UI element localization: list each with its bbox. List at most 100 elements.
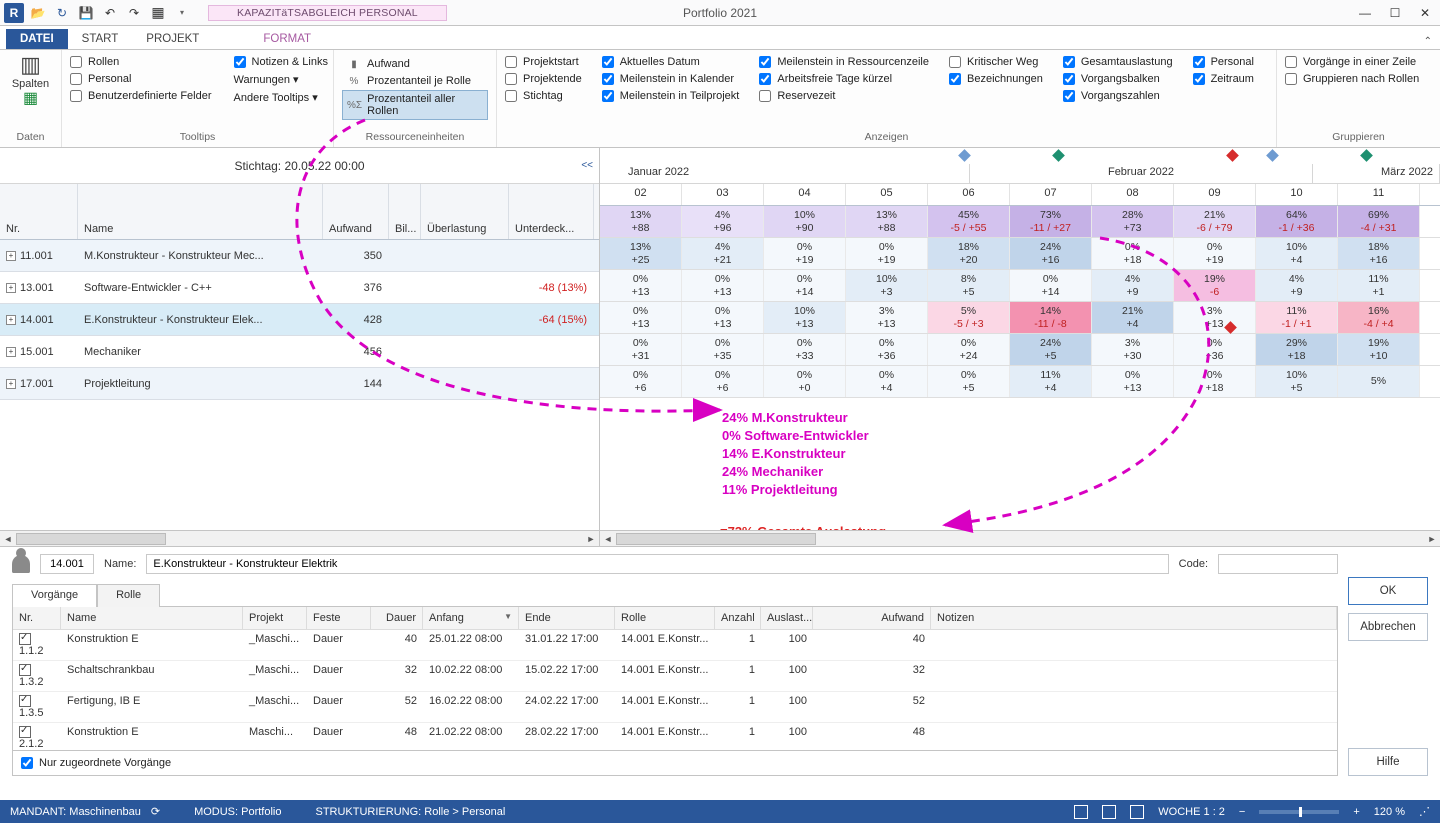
columns-icon[interactable]: ▥ (20, 54, 41, 76)
cb-zeitraum[interactable] (1193, 73, 1205, 85)
cb-meil-teilprojekt[interactable] (602, 90, 614, 102)
dcol-anfang[interactable]: Anfang▼ (423, 607, 519, 629)
grid-cell[interactable]: 24%+16 (1010, 238, 1092, 269)
grid-cell[interactable]: 10%+5 (1256, 366, 1338, 397)
cb-aktuelles-datum[interactable] (602, 56, 614, 68)
cancel-button[interactable]: Abbrechen (1348, 613, 1428, 641)
grid-cell[interactable]: 5%-5 / +3 (928, 302, 1010, 333)
table-row[interactable]: +14.001E.Konstrukteur - Konstrukteur Ele… (0, 304, 599, 336)
dropdown-andere-tooltips[interactable]: Andere Tooltips ▾ (234, 91, 328, 104)
dcol-name[interactable]: Name (61, 607, 243, 629)
dcol-nr[interactable]: Nr. (13, 607, 61, 629)
re-prozent-aller-rollen[interactable]: %ΣProzentanteil aller Rollen (342, 90, 488, 120)
cb-meil-kalender[interactable] (602, 73, 614, 85)
save-icon[interactable]: 💾 (76, 3, 96, 23)
grid-cell[interactable]: 18%+20 (928, 238, 1010, 269)
cb-kritischer-weg[interactable] (949, 56, 961, 68)
grid-cell[interactable]: 4%+9 (1092, 270, 1174, 301)
export-icon[interactable]: ▦ (148, 3, 168, 23)
grid-cell[interactable]: 5% (1338, 366, 1420, 397)
grid-cell[interactable]: 13%+88 (846, 206, 928, 237)
column-excel-icon[interactable]: ▦ (23, 94, 38, 104)
zoom-out-icon[interactable]: − (1239, 806, 1245, 818)
view-icon-3[interactable] (1130, 805, 1144, 819)
grid-cell[interactable]: 4%+96 (682, 206, 764, 237)
grid-cell[interactable]: 45%-5 / +55 (928, 206, 1010, 237)
grid-cell[interactable]: 64%-1 / +36 (1256, 206, 1338, 237)
tab-start[interactable]: START (68, 29, 133, 49)
cb-bezeichnungen[interactable] (949, 73, 961, 85)
grid-cell[interactable]: 0%+5 (928, 366, 1010, 397)
detail-name-field[interactable] (146, 554, 1168, 574)
cb-personal-anz[interactable] (1193, 56, 1205, 68)
col-name[interactable]: Name (78, 184, 323, 239)
scroll-left-arrow-icon[interactable]: ◄ (600, 534, 616, 544)
re-aufwand[interactable]: ▮Aufwand (342, 56, 488, 72)
grid-cell[interactable]: 21%-6 / +79 (1174, 206, 1256, 237)
grid-cell[interactable]: 0%+6 (600, 366, 682, 397)
maximize-button[interactable]: ☐ (1380, 0, 1410, 26)
minimize-button[interactable]: — (1350, 0, 1380, 26)
help-button[interactable]: Hilfe (1348, 748, 1428, 776)
tab-datei[interactable]: DATEI (6, 29, 68, 49)
redo-icon[interactable]: ↷ (124, 3, 144, 23)
grid-cell[interactable]: 0%+13 (682, 302, 764, 333)
scroll-right-arrow-icon[interactable]: ► (583, 534, 599, 544)
col-nr[interactable]: Nr. (0, 184, 78, 239)
grid-cell[interactable]: 73%-11 / +27 (1010, 206, 1092, 237)
grid-cell[interactable]: 0%+13 (600, 270, 682, 301)
cb-gruppieren-rollen[interactable] (1285, 73, 1297, 85)
undo-icon[interactable]: ↶ (100, 3, 120, 23)
scroll-left-icon[interactable]: << (581, 160, 593, 171)
grid-cell[interactable]: 8%+5 (928, 270, 1010, 301)
grid-cell[interactable]: 0%+36 (846, 334, 928, 365)
grid-cell[interactable]: 0%+13 (682, 270, 764, 301)
scroll-right-arrow-icon[interactable]: ► (1424, 534, 1440, 544)
grid-cell[interactable]: 0%+13 (600, 302, 682, 333)
col-bild[interactable]: Bil... (389, 184, 421, 239)
grid-cell[interactable]: 3%+13 (846, 302, 928, 333)
grid-cell[interactable]: 24%+5 (1010, 334, 1092, 365)
grid-cell[interactable]: 3%+30 (1092, 334, 1174, 365)
grid-cell[interactable]: 11%-1 / +1 (1256, 302, 1338, 333)
cb-personal[interactable] (70, 73, 82, 85)
grid-cell[interactable]: 19%-6 (1174, 270, 1256, 301)
scroll-left-arrow-icon[interactable]: ◄ (0, 534, 16, 544)
detail-row[interactable]: 1.3.5Fertigung, IB E_Maschi...Dauer5216.… (13, 692, 1337, 723)
resize-grip-icon[interactable]: ⋰ (1419, 805, 1430, 818)
tab-format[interactable]: FORMAT (213, 29, 361, 49)
dcol-anzahl[interactable]: Anzahl (715, 607, 761, 629)
re-prozent-je-rolle[interactable]: %Prozentanteil je Rolle (342, 73, 488, 89)
expand-icon[interactable]: + (6, 251, 16, 261)
grid-cell[interactable]: 0%+4 (846, 366, 928, 397)
cb-vorgangszahlen[interactable] (1063, 90, 1075, 102)
view-icon-1[interactable] (1074, 805, 1088, 819)
cb-rollen[interactable] (70, 56, 82, 68)
dcol-aufwand[interactable]: Aufwand (813, 607, 931, 629)
grid-cell[interactable]: 0%+13 (1092, 366, 1174, 397)
col-aufwand[interactable]: Aufwand (323, 184, 389, 239)
grid-cell[interactable]: 3%+13 (1174, 302, 1256, 333)
grid-cell[interactable]: 0%+24 (928, 334, 1010, 365)
cb-nur-zugeordnete[interactable] (21, 757, 33, 769)
grid-cell[interactable]: 0%+14 (764, 270, 846, 301)
grid-cell[interactable]: 0%+35 (682, 334, 764, 365)
dcol-projekt[interactable]: Projekt (243, 607, 307, 629)
grid-cell[interactable]: 0%+14 (1010, 270, 1092, 301)
grid-cell[interactable]: 0%+19 (846, 238, 928, 269)
expand-icon[interactable]: + (6, 283, 16, 293)
cb-arbeitsfrei[interactable] (759, 73, 771, 85)
cb-projektende[interactable] (505, 73, 517, 85)
detail-row[interactable]: 1.3.2Schaltschrankbau_Maschi...Dauer3210… (13, 661, 1337, 692)
tab-vorgange[interactable]: Vorgänge (12, 584, 97, 607)
grid-cell[interactable]: 0%+31 (600, 334, 682, 365)
dcol-auslast[interactable]: Auslast... (761, 607, 813, 629)
grid-cell[interactable]: 19%+10 (1338, 334, 1420, 365)
grid-cell[interactable]: 28%+73 (1092, 206, 1174, 237)
row-checkbox[interactable] (19, 726, 31, 738)
expand-icon[interactable]: + (6, 347, 16, 357)
grid-cell[interactable]: 10%+13 (764, 302, 846, 333)
grid-cell[interactable]: 0%+19 (1174, 238, 1256, 269)
view-icon-2[interactable] (1102, 805, 1116, 819)
cb-meil-ressourcen[interactable] (759, 56, 771, 68)
